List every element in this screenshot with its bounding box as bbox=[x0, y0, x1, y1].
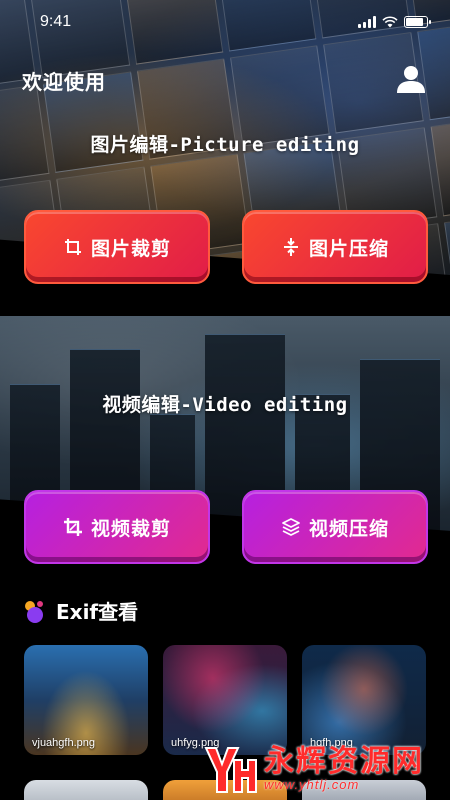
image-filename: vjuahgfh.png bbox=[32, 737, 95, 749]
crop-icon bbox=[64, 239, 81, 255]
status-icons bbox=[358, 16, 431, 28]
compress-icon bbox=[283, 238, 298, 256]
exif-image-card[interactable] bbox=[24, 780, 148, 800]
picture-editing-title: 图片编辑-Picture editing bbox=[90, 134, 360, 156]
video-compress-button[interactable]: 视频压缩 bbox=[242, 490, 428, 564]
video-compress-label: 视频压缩 bbox=[308, 517, 389, 540]
picture-crop-button[interactable]: 图片裁剪 bbox=[24, 210, 210, 284]
layers-icon bbox=[282, 518, 300, 536]
crop-icon bbox=[63, 518, 82, 536]
battery-icon bbox=[404, 16, 431, 28]
status-time: 9:41 bbox=[40, 13, 72, 30]
watermark-url: www.yhtlj.com bbox=[264, 777, 360, 793]
site-watermark: 永辉资源网 www.yhtlj.com bbox=[200, 738, 450, 800]
picture-compress-label: 图片压缩 bbox=[308, 237, 389, 260]
exif-title: Exif查看 bbox=[56, 600, 139, 624]
video-crop-label: 视频裁剪 bbox=[90, 517, 171, 540]
cellular-signal-icon bbox=[358, 16, 376, 28]
exif-header: Exif查看 bbox=[22, 596, 138, 625]
picture-compress-button[interactable]: 图片压缩 bbox=[242, 210, 428, 284]
watermark-title: 永辉资源网 bbox=[264, 743, 424, 779]
wifi-icon bbox=[382, 16, 398, 28]
watermark-logo-icon bbox=[204, 747, 257, 793]
video-crop-button[interactable]: 视频裁剪 bbox=[24, 490, 210, 564]
video-editing-title: 视频编辑-Video editing bbox=[102, 394, 348, 416]
picture-crop-label: 图片裁剪 bbox=[90, 237, 171, 260]
user-profile-icon[interactable] bbox=[394, 62, 428, 96]
status-bar: 9:41 bbox=[0, 0, 450, 44]
exif-logo-icon bbox=[25, 600, 43, 623]
welcome-text: 欢迎使用 bbox=[22, 70, 106, 94]
exif-image-card[interactable]: vjuahgfh.png bbox=[24, 645, 148, 755]
